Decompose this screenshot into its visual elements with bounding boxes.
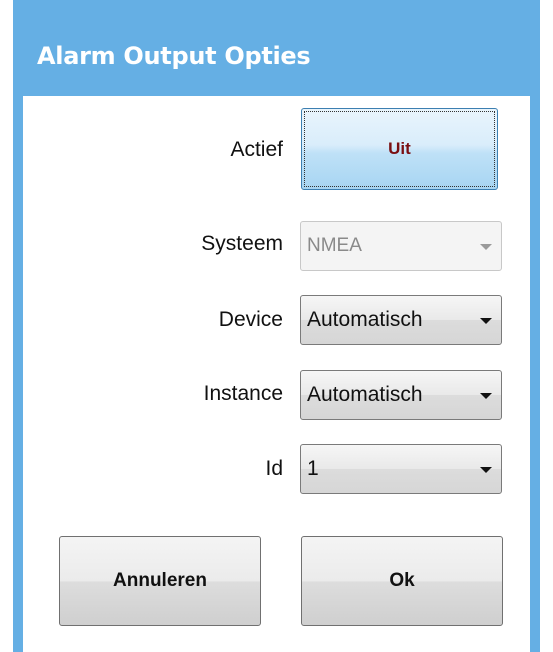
systeem-select: NMEA [300,221,502,271]
dialog-title: Alarm Output Opties [37,42,311,70]
instance-value: Automatisch [307,383,423,406]
chevron-down-icon [480,318,492,324]
actief-toggle-button[interactable]: Uit [301,108,498,190]
systeem-value: NMEA [307,235,362,256]
systeem-label: Systeem [201,232,283,255]
device-value: Automatisch [307,308,423,331]
actief-toggle-value: Uit [388,139,411,158]
id-label: Id [265,457,283,480]
device-label: Device [218,308,283,331]
chevron-down-icon [480,244,492,250]
id-select[interactable]: 1 [300,444,502,494]
dialog-content: Actief Uit Systeem NMEA Device Automatis… [23,96,530,652]
chevron-down-icon [480,467,492,473]
instance-label: Instance [203,382,283,405]
instance-select[interactable]: Automatisch [300,370,502,420]
actief-label: Actief [230,138,283,161]
alarm-output-dialog: Alarm Output Opties Actief Uit Systeem N… [13,0,540,652]
ok-button[interactable]: Ok [301,536,503,626]
id-value: 1 [307,457,319,480]
chevron-down-icon [480,393,492,399]
cancel-button[interactable]: Annuleren [59,536,261,626]
device-select[interactable]: Automatisch [300,295,502,345]
